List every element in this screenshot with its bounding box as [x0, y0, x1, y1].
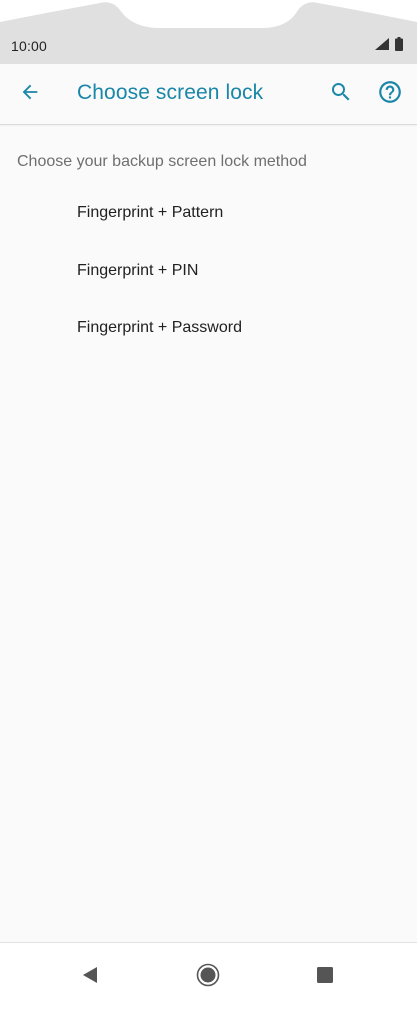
search-icon [329, 80, 353, 109]
search-button[interactable] [325, 78, 357, 110]
battery-icon [395, 36, 403, 56]
option-fingerprint-pattern[interactable]: Fingerprint + Pattern [0, 186, 417, 240]
option-fingerprint-pin[interactable]: Fingerprint + PIN [0, 244, 417, 298]
notch [0, 0, 417, 28]
help-button[interactable] [374, 78, 406, 110]
nav-recents-button[interactable] [301, 953, 349, 1001]
status-bar: 10:00 [0, 0, 417, 64]
option-fingerprint-password[interactable]: Fingerprint + Password [0, 301, 417, 355]
nav-back-icon [81, 966, 99, 989]
screen: 10:00 Choose screen lock Choose your bac… [0, 0, 417, 1022]
page-title: Choose screen lock [77, 81, 264, 104]
nav-home-icon [196, 963, 220, 992]
option-label: Fingerprint + PIN [77, 262, 199, 279]
app-bar: Choose screen lock [0, 64, 417, 125]
nav-home-button[interactable] [184, 953, 232, 1001]
back-button[interactable] [14, 78, 46, 110]
navigation-bar [0, 942, 417, 1022]
option-label: Fingerprint + Pattern [77, 204, 224, 221]
status-icons [375, 36, 403, 56]
signal-icon [375, 37, 389, 55]
section-header: Choose your backup screen lock method [17, 153, 307, 170]
arrow-back-icon [19, 81, 41, 108]
help-icon [377, 79, 403, 110]
nav-recents-icon [317, 966, 333, 988]
status-time: 10:00 [11, 38, 48, 54]
nav-back-button[interactable] [66, 953, 114, 1001]
option-label: Fingerprint + Password [77, 319, 242, 336]
